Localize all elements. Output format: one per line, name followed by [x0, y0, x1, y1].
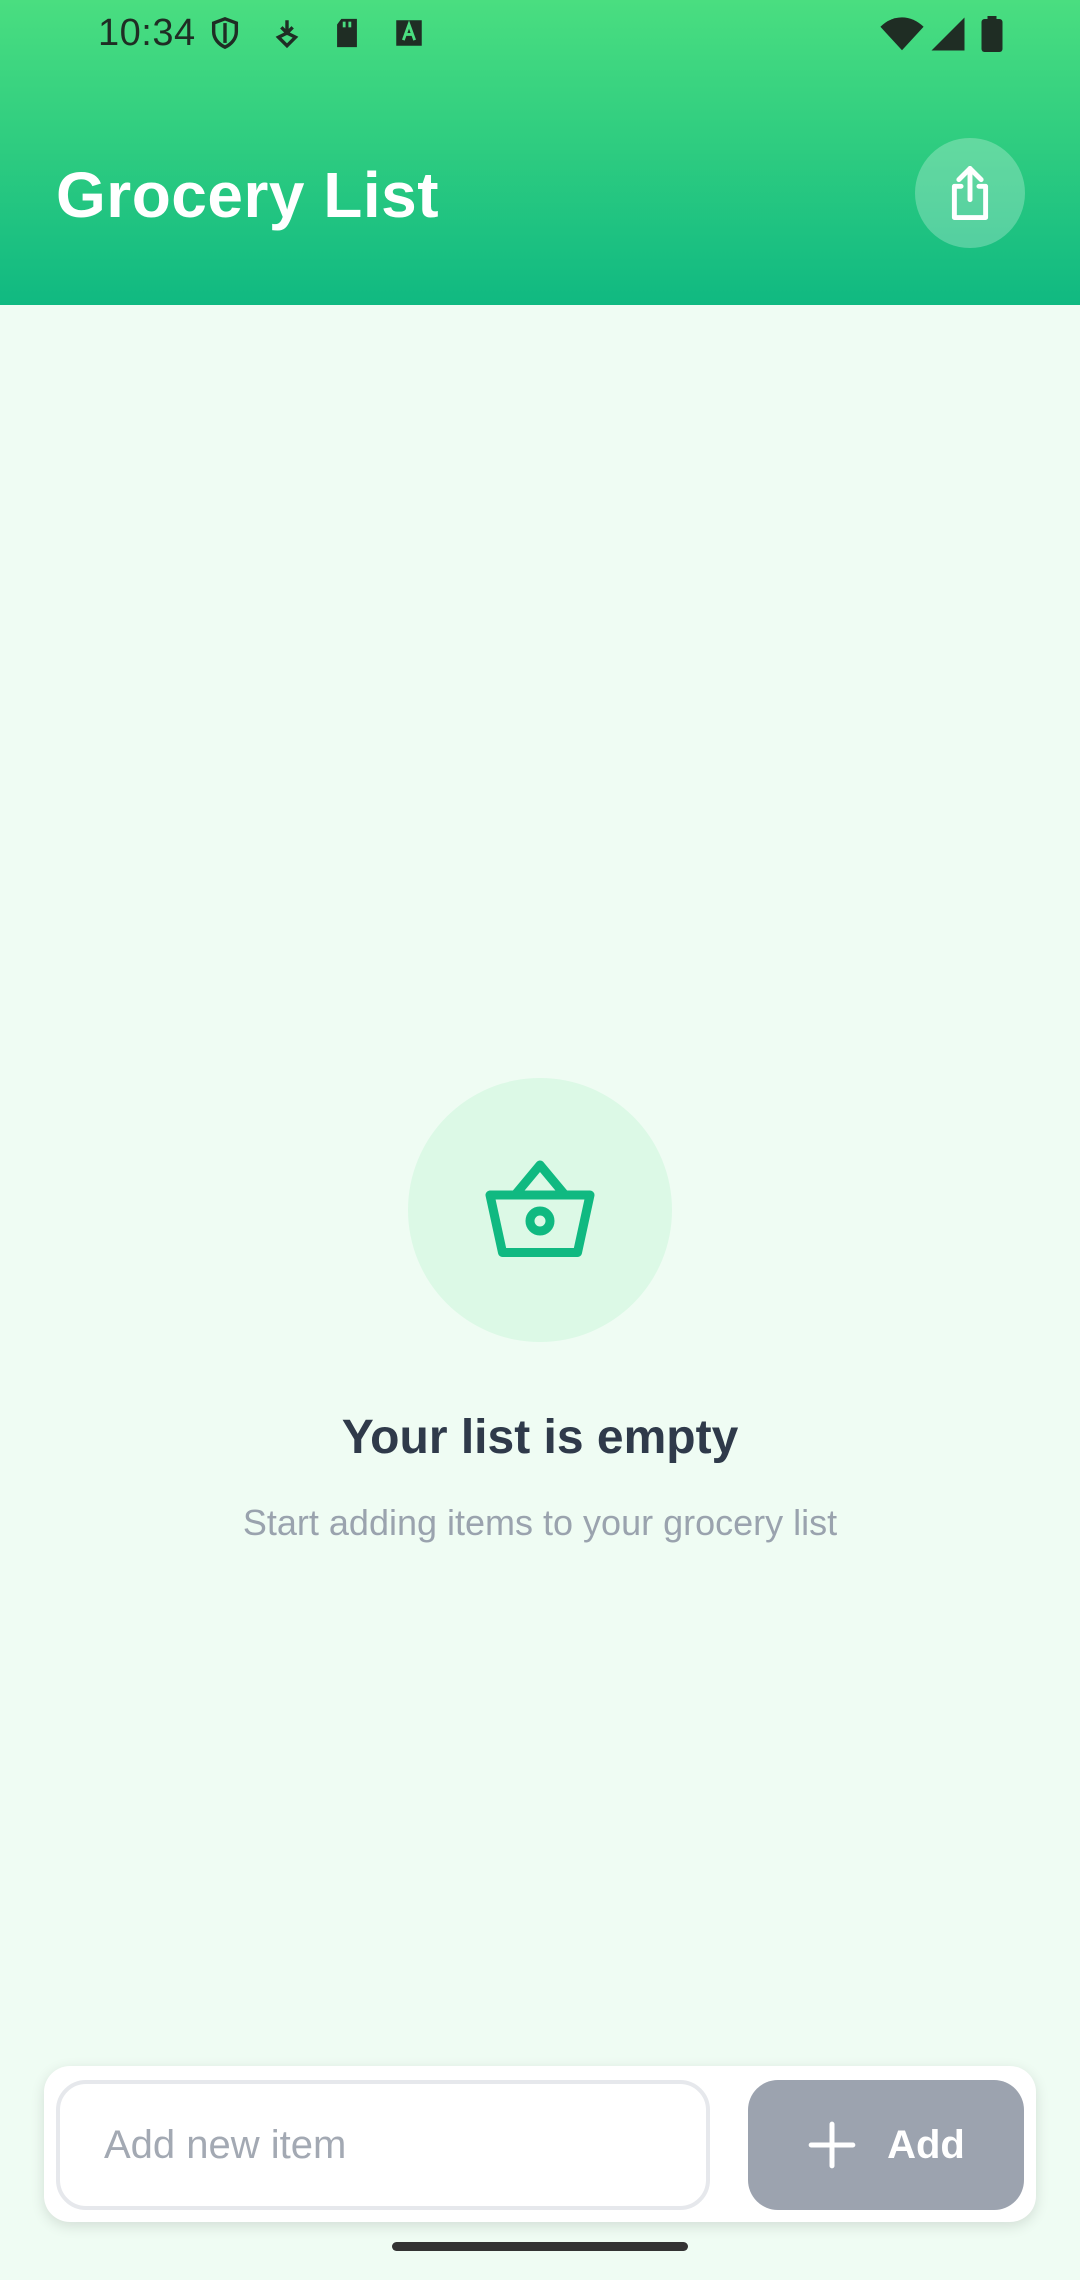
empty-state-badge: [408, 1078, 672, 1342]
page-title: Grocery List: [56, 159, 440, 231]
battery-icon: [981, 16, 1003, 52]
download-icon: [275, 20, 299, 49]
add-button-label: Add: [887, 2122, 965, 2167]
basket-icon: [485, 1160, 595, 1257]
status-bar: 10:34: [0, 0, 1080, 70]
sd-card-icon: [337, 18, 357, 48]
app-header: 10:34 Grocery List: [0, 0, 1080, 305]
empty-state-title: Your list is empty: [341, 1411, 739, 1464]
home-indicator[interactable]: [392, 2242, 688, 2251]
status-time: 10:34: [98, 12, 196, 54]
add-button[interactable]: Add: [748, 2080, 1024, 2210]
font-icon: [396, 20, 422, 46]
add-item-bar: Add: [44, 2066, 1036, 2222]
share-button[interactable]: [915, 138, 1025, 248]
plus-icon: [808, 2121, 856, 2169]
new-item-input[interactable]: [56, 2080, 710, 2210]
wifi-icon: [880, 17, 924, 51]
empty-state-subtitle: Start adding items to your grocery list: [242, 1502, 838, 1543]
share-icon: [951, 166, 989, 220]
shield-icon: [211, 17, 239, 50]
signal-icon: [931, 17, 965, 51]
